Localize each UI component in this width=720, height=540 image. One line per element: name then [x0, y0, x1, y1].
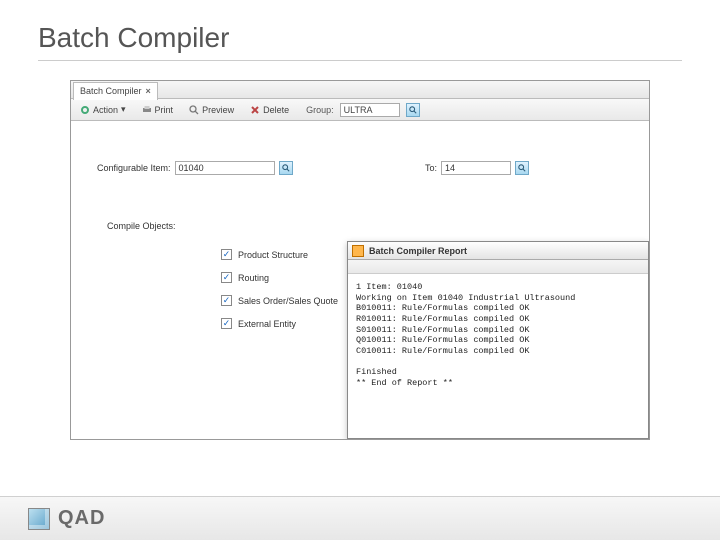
check-label: Sales Order/Sales Quote — [238, 296, 338, 306]
brand-logo-text: QAD — [58, 507, 105, 530]
group-field[interactable]: ULTRA — [340, 103, 400, 117]
report-body: 1 Item: 01040 Working on Item 01040 Indu… — [348, 274, 648, 438]
report-window: Batch Compiler Report 1 Item: 01040 Work… — [347, 241, 649, 439]
config-item-input[interactable]: 01040 — [175, 161, 275, 175]
report-title-text: Batch Compiler Report — [369, 246, 467, 256]
checkbox-icon: ✓ — [221, 318, 232, 329]
print-label: Print — [155, 105, 174, 115]
group-label: Group: — [306, 105, 334, 115]
title-divider — [38, 60, 682, 61]
form-body: Configurable Item: 01040 To: 14 Compile … — [71, 121, 649, 439]
compile-objects-checks: ✓ Product Structure ✓ Routing ✓ Sales Or… — [221, 249, 338, 329]
check-label: Product Structure — [238, 250, 308, 260]
config-item-label: Configurable Item: — [97, 163, 171, 173]
preview-label: Preview — [202, 105, 234, 115]
report-toolbar — [348, 260, 648, 274]
group-lookup-icon[interactable] — [406, 103, 420, 117]
checkbox-icon: ✓ — [221, 272, 232, 283]
chevron-down-icon: ▾ — [121, 104, 126, 115]
check-label: Routing — [238, 273, 269, 283]
gear-icon — [80, 105, 90, 115]
tab-bar: Batch Compiler × — [71, 81, 649, 99]
check-routing[interactable]: ✓ Routing — [221, 272, 338, 283]
to-label: To: — [425, 163, 437, 173]
print-icon — [142, 105, 152, 115]
report-icon — [352, 245, 364, 257]
tab-batch-compiler[interactable]: Batch Compiler × — [73, 82, 158, 100]
config-item-lookup-icon[interactable] — [279, 161, 293, 175]
report-titlebar[interactable]: Batch Compiler Report — [348, 242, 648, 260]
check-external-entity[interactable]: ✓ External Entity — [221, 318, 338, 329]
checkbox-icon: ✓ — [221, 295, 232, 306]
tab-label: Batch Compiler — [80, 86, 142, 96]
to-lookup-icon[interactable] — [515, 161, 529, 175]
checkbox-icon: ✓ — [221, 249, 232, 260]
compile-objects-label: Compile Objects: — [107, 221, 176, 231]
toolbar: Action ▾ Print Preview Delete — [71, 99, 649, 121]
print-button[interactable]: Print — [137, 103, 179, 117]
preview-icon — [189, 105, 199, 115]
brand-logo-icon — [28, 508, 50, 530]
action-label: Action — [93, 105, 118, 115]
close-icon[interactable]: × — [146, 86, 151, 96]
check-product-structure[interactable]: ✓ Product Structure — [221, 249, 338, 260]
preview-button[interactable]: Preview — [184, 103, 239, 117]
app-window: Batch Compiler × Action ▾ Print — [70, 80, 650, 440]
check-sales-order[interactable]: ✓ Sales Order/Sales Quote — [221, 295, 338, 306]
to-input[interactable]: 14 — [441, 161, 511, 175]
page-title: Batch Compiler — [38, 22, 229, 54]
delete-label: Delete — [263, 105, 289, 115]
check-label: External Entity — [238, 319, 296, 329]
footer: QAD — [0, 496, 720, 540]
delete-icon — [250, 105, 260, 115]
delete-button[interactable]: Delete — [245, 103, 294, 117]
action-button[interactable]: Action ▾ — [75, 102, 131, 117]
